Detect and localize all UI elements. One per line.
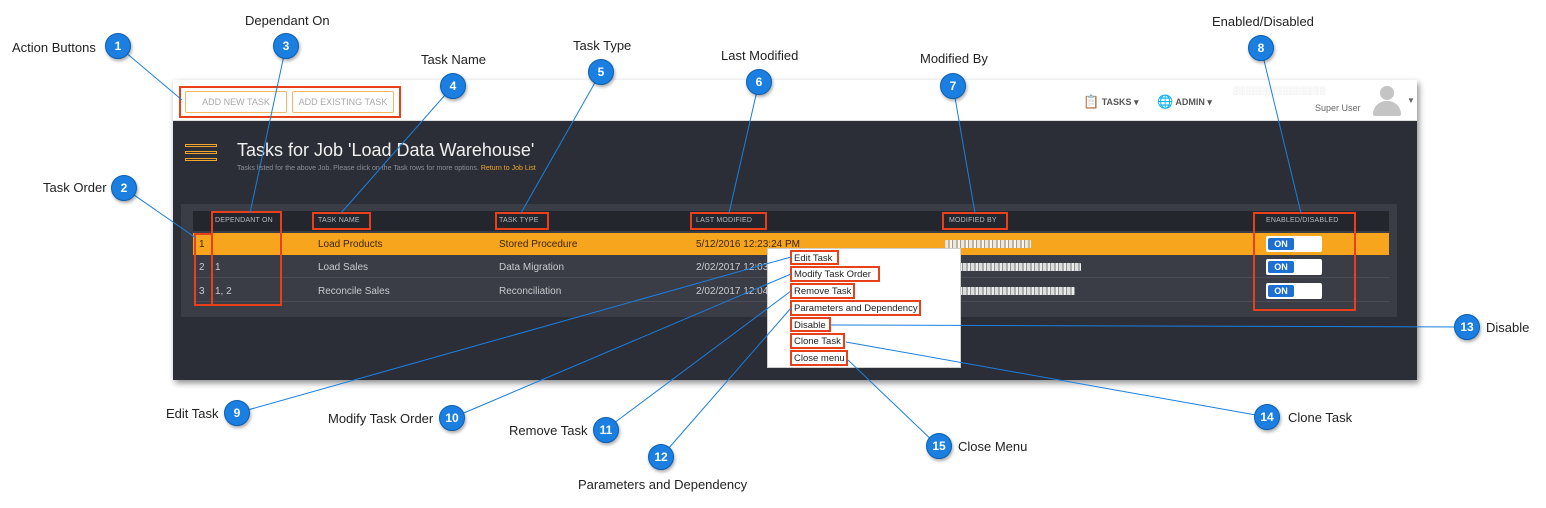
avatar[interactable] [1373,86,1401,116]
clipboard-icon: 📋 [1083,94,1100,109]
callout-badge-5: 5 [588,59,614,85]
nav-admin[interactable]: 🌐 ADMIN ▾ [1157,93,1212,109]
highlight-enabled-disabled [1253,212,1356,311]
highlight-task-name [312,212,371,230]
task-type: Stored Procedure [499,239,578,250]
highlight-close-menu [790,350,848,366]
callout-badge-9: 9 [224,400,250,426]
callout-badge-13: 13 [1454,314,1480,340]
task-type: Reconciliation [499,286,562,297]
globe-icon: 🌐 [1157,94,1174,109]
callout-label-10: Modify Task Order [328,411,434,426]
callout-badge-2: 2 [111,175,137,201]
task-name: Load Sales [318,262,369,273]
last-modified: 2/02/2017 12:03: [696,262,772,273]
callout-label-12: Parameters and Dependency [578,477,748,492]
highlight-action-buttons [179,86,401,118]
highlight-parameters-dependency [790,300,921,316]
user-role: Super User [1315,103,1361,113]
highlight-edit-task [790,250,839,265]
callout-badge-6: 6 [746,69,772,95]
callout-label-9: Edit Task [166,406,219,421]
callout-label-14: Clone Task [1288,410,1353,425]
callout-label-3: Dependant On [245,13,330,28]
highlight-last-modified [690,212,767,230]
job-list-icon [185,144,217,168]
page-subtitle: Tasks listed for the above Job. Please c… [237,165,536,172]
modified-by-redacted [955,287,1075,295]
callout-label-15: Close Menu [958,439,1028,454]
callout-badge-10: 10 [439,405,465,431]
return-to-job-list-link[interactable]: Return to Job List [481,165,536,172]
callout-label-5: Task Type [573,38,632,53]
user-name-redacted: ░░░░░░░░░░░░░░░ [1233,86,1326,95]
highlight-modify-task-order [790,266,880,282]
callout-label-11: Remove Task [509,423,588,438]
nav-tasks-label: TASKS [1101,97,1132,107]
callout-label-7: Modified By [920,51,988,66]
highlight-clone-task [790,333,845,349]
callout-label-13: Disable [1486,320,1530,335]
modified-by-redacted [955,263,1081,271]
callout-badge-7: 7 [940,73,966,99]
callout-label-2: Task Order [43,180,107,195]
nav-admin-label: ADMIN [1175,97,1205,107]
callout-badge-1: 1 [105,33,131,59]
callout-label-1: Action Buttons [12,40,96,55]
callout-label-8: Enabled/Disabled [1212,14,1314,29]
callout-badge-8: 8 [1248,35,1274,61]
modified-by-redacted [945,240,1031,248]
page-subtitle-text: Tasks listed for the above Job. Please c… [237,165,479,172]
callout-badge-11: 11 [593,417,619,443]
task-name: Load Products [318,239,383,250]
last-modified: 2/02/2017 12:04: [696,286,772,297]
highlight-modified-by [942,212,1008,230]
highlight-dependant-on [211,211,282,306]
highlight-disable [790,317,831,332]
callout-badge-3: 3 [273,33,299,59]
table-header: DEPENDANT ON TASK NAME TASK TYPE LAST MO… [193,211,1389,231]
callout-badge-14: 14 [1254,404,1280,430]
callout-badge-12: 12 [648,444,674,470]
callout-badge-15: 15 [926,433,952,459]
task-type: Data Migration [499,262,565,273]
callout-label-4: Task Name [421,52,487,67]
callout-badge-4: 4 [440,73,466,99]
nav-tasks[interactable]: 📋 TASKS ▾ [1083,93,1139,109]
highlight-remove-task [790,283,855,299]
chevron-down-icon[interactable]: ▼ [1407,96,1415,105]
page-title: Tasks for Job 'Load Data Warehouse' [237,140,535,160]
task-name: Reconcile Sales [318,286,390,297]
callout-label-6: Last Modified [721,48,799,63]
highlight-task-type [495,212,549,230]
